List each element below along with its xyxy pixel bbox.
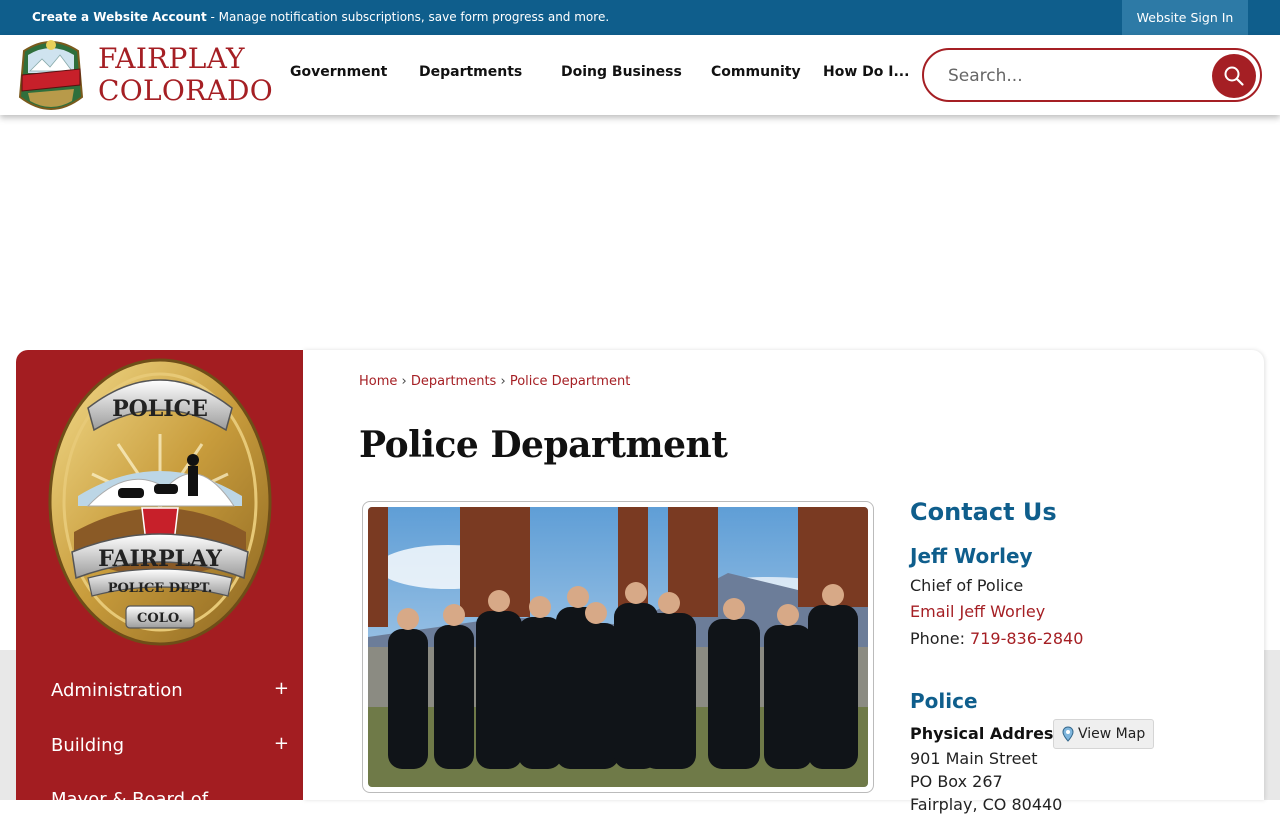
department-photo-frame — [362, 501, 874, 793]
badge-name-text: FAIRPLAY — [98, 546, 222, 572]
search-box — [922, 48, 1262, 102]
contact-phone-row: Phone: 719-836-2840 — [910, 629, 1083, 648]
contact-name: Jeff Worley — [910, 544, 1033, 568]
nav-government[interactable]: Government — [290, 64, 387, 80]
badge-title-text: POLICE — [112, 396, 208, 422]
sidebar-item-label: Mayor & Board of — [51, 789, 209, 800]
view-map-label: View Map — [1078, 726, 1146, 742]
department-team-photo — [368, 507, 868, 787]
police-badge-icon: POLICE FAIRPLAY POLICE DEPT. COLO. — [48, 358, 272, 646]
nav-how-do-i[interactable]: How Do I... — [823, 64, 909, 80]
nav-departments[interactable]: Departments — [419, 64, 522, 80]
address-line: PO Box 267 — [910, 772, 1003, 791]
page-title: Police Department — [359, 424, 728, 466]
badge-colo-text: COLO. — [137, 611, 183, 626]
breadcrumb-separator: › — [500, 374, 506, 389]
breadcrumb: Home › Departments › Police Department — [359, 374, 630, 389]
sidebar-item-label: Building — [51, 735, 125, 756]
sidebar-item-mayor-board[interactable]: Mayor & Board of — [16, 773, 303, 800]
contact-heading: Contact Us — [910, 498, 1057, 526]
breadcrumb-current[interactable]: Police Department — [510, 374, 631, 389]
sidebar: POLICE FAIRPLAY POLICE DEPT. COLO. Admin… — [16, 350, 303, 800]
create-account-link[interactable]: Create a Website Account - Manage notifi… — [32, 10, 609, 24]
search-button[interactable] — [1212, 54, 1256, 98]
nav-doing-business[interactable]: Doing Business — [561, 64, 682, 80]
main-content: Home › Departments › Police Department P… — [303, 350, 1264, 814]
address-line: Fairplay, CO 80440 — [910, 795, 1063, 814]
police-subheading: Police — [910, 689, 978, 713]
site-logo-text[interactable]: FAIRPLAY COLORADO — [98, 43, 273, 107]
badge-dept-text: POLICE DEPT. — [108, 581, 213, 596]
town-seal-icon[interactable] — [16, 35, 86, 115]
website-sign-in-button[interactable]: Website Sign In — [1122, 0, 1248, 35]
nav-community[interactable]: Community — [711, 64, 801, 80]
site-header: FAIRPLAY COLORADO Government Departments… — [0, 35, 1280, 115]
contact-email-link[interactable]: Email Jeff Worley — [910, 602, 1045, 621]
breadcrumb-separator: › — [401, 374, 407, 389]
search-icon — [1224, 66, 1244, 86]
sidebar-item-label: Administration — [51, 680, 183, 701]
sidebar-item-building[interactable]: Building + — [16, 719, 303, 773]
sidebar-item-administration[interactable]: Administration + — [16, 664, 303, 718]
expand-icon[interactable]: + — [274, 678, 289, 699]
contact-phone-link[interactable]: 719-836-2840 — [970, 629, 1083, 648]
contact-phone-label: Phone: — [910, 629, 971, 648]
create-account-description: - Manage notification subscriptions, sav… — [206, 10, 610, 24]
logo-line-colorado: COLORADO — [98, 74, 274, 107]
top-utility-bar: Create a Website Account - Manage notifi… — [0, 0, 1280, 35]
expand-icon[interactable]: + — [274, 733, 289, 754]
search-input[interactable] — [946, 60, 1200, 92]
create-account-label[interactable]: Create a Website Account — [32, 10, 207, 24]
breadcrumb-departments[interactable]: Departments — [411, 374, 496, 389]
address-line: 901 Main Street — [910, 749, 1038, 768]
view-map-button[interactable]: View Map — [1053, 719, 1155, 749]
contact-role: Chief of Police — [910, 576, 1024, 595]
breadcrumb-home[interactable]: Home — [359, 374, 397, 389]
map-pin-icon — [1062, 726, 1074, 742]
logo-line-fairplay: FAIRPLAY — [98, 42, 245, 75]
physical-address-label: Physical Address — [910, 724, 1063, 743]
